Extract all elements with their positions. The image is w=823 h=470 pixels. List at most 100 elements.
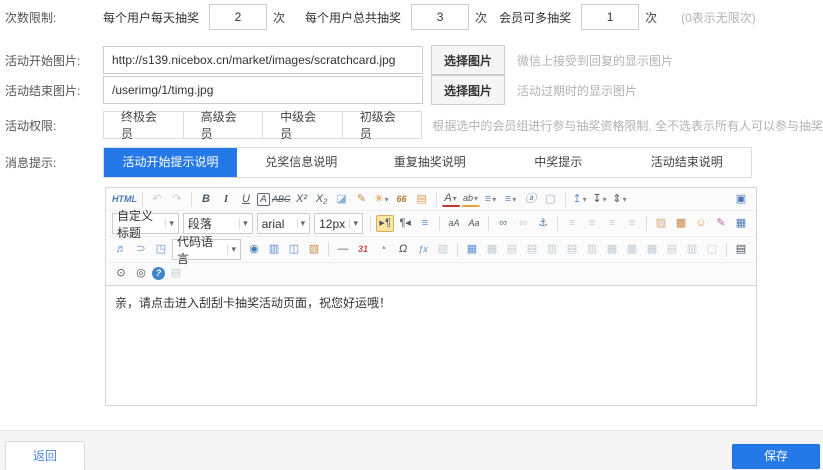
page-break-icon[interactable]: ▢	[703, 241, 721, 258]
delete-row-icon[interactable]: ▤	[563, 241, 581, 258]
choose-end-image-button[interactable]: 选择图片	[431, 75, 505, 105]
underline-icon[interactable]: U	[237, 191, 255, 208]
horizontal-rule-icon[interactable]: —	[334, 241, 352, 258]
start-image-note: 微信上接受到回复的显示图片	[517, 52, 673, 69]
blockquote-icon[interactable]: 66	[393, 191, 411, 208]
merge-down-icon[interactable]: ▦	[643, 241, 661, 258]
bold-icon[interactable]: B	[197, 191, 215, 208]
new-document-icon[interactable]: ▢	[542, 191, 560, 208]
tab-activity-start-note[interactable]: 活动开始提示说明	[104, 148, 237, 177]
end-image-url-input[interactable]	[103, 76, 423, 104]
delete-table-icon[interactable]: ▦	[483, 241, 501, 258]
tab-win-prompt[interactable]: 中奖提示	[494, 148, 623, 177]
member-extra-input[interactable]	[581, 4, 639, 30]
insert-table-icon[interactable]: ▦	[463, 241, 481, 258]
choose-start-image-button[interactable]: 选择图片	[431, 45, 505, 75]
anchor-link-icon[interactable]: ⓐ	[522, 191, 540, 208]
italic-icon[interactable]: I	[217, 191, 235, 208]
first-line-indent-icon[interactable]: ▸¶	[376, 215, 394, 232]
separator	[436, 192, 437, 207]
print-icon[interactable]: ▤	[732, 241, 750, 258]
editor-content[interactable]: 亲，请点击进入刮刮卡抽奖活动页面，祝您好运哦！	[106, 286, 756, 405]
merge-right-icon[interactable]: ▩	[623, 241, 641, 258]
fullscreen-icon[interactable]: ▣	[732, 191, 750, 208]
insert-date-icon[interactable]: 31	[354, 241, 372, 258]
unlink-icon[interactable]: ∞	[514, 215, 532, 232]
merge-cells-icon[interactable]: ▦	[603, 241, 621, 258]
paste-icon[interactable]: ▤	[167, 265, 185, 282]
ordered-list-icon[interactable]: ≡	[482, 191, 500, 208]
tab-repeat-draw-note[interactable]: 重复抽奖说明	[366, 148, 495, 177]
to-uppercase-icon[interactable]: aA	[445, 215, 463, 232]
search-icon[interactable]: ⊙	[112, 265, 130, 282]
font-family-select[interactable]: arial ▾	[257, 213, 310, 234]
custom-title-select[interactable]: 自定义标题 ▾	[112, 213, 179, 234]
insert-row-icon[interactable]: ▤	[523, 241, 541, 258]
scrawl-icon[interactable]: ✎	[712, 215, 730, 232]
superscript-icon[interactable]: X²	[293, 191, 311, 208]
font-color-icon[interactable]: A	[442, 193, 460, 207]
table-title-icon[interactable]: ▤	[503, 241, 521, 258]
snapscreen-icon[interactable]: ▥	[265, 241, 283, 258]
unordered-list-icon[interactable]: ≡	[502, 191, 520, 208]
total-input[interactable]	[411, 4, 469, 30]
map-icon[interactable]: ▨	[434, 241, 452, 258]
special-chars-icon[interactable]: Ω	[394, 241, 412, 258]
background-icon[interactable]: ▧	[305, 241, 323, 258]
redo-icon[interactable]: ↷	[168, 191, 186, 208]
insert-image-icon[interactable]: ▨	[652, 215, 670, 232]
member-level-middle-button[interactable]: 中级会员	[262, 111, 343, 139]
start-image-url-input[interactable]	[103, 46, 423, 74]
delete-col-icon[interactable]: ▥	[583, 241, 601, 258]
split-rows-icon[interactable]: ▤	[663, 241, 681, 258]
font-size-select[interactable]: 12px ▾	[314, 213, 363, 234]
member-level-junior-button[interactable]: 初级会员	[342, 111, 423, 139]
insert-col-icon[interactable]: ▥	[543, 241, 561, 258]
paragraph-spacing-bottom-icon[interactable]: ↧	[591, 191, 609, 208]
insert-time-icon[interactable]: ◔	[374, 241, 392, 258]
tab-redeem-info[interactable]: 兑奖信息说明	[237, 148, 366, 177]
tab-activity-end-note[interactable]: 活动结束说明	[623, 148, 752, 177]
link-icon[interactable]: ∞	[494, 215, 512, 232]
toolbar-row-2-icons: ▸¶¶◂≡aAAa∞∞⚓≡≡≡≡▨▩☺✎▦	[366, 215, 751, 232]
paragraph-layout-icon[interactable]: ≡	[416, 215, 434, 232]
attachment-icon[interactable]: ⊃	[132, 241, 150, 258]
back-button[interactable]: 返回	[5, 441, 85, 470]
undo-icon[interactable]: ↶	[148, 191, 166, 208]
align-center-icon[interactable]: ≡	[583, 215, 601, 232]
anchor-icon[interactable]: ⚓	[534, 215, 552, 232]
highlight-color-icon[interactable]: ab	[462, 193, 480, 207]
help-icon[interactable]: ?	[152, 267, 165, 280]
align-left-icon[interactable]: ≡	[563, 215, 581, 232]
to-lowercase-icon[interactable]: Aa	[465, 215, 483, 232]
format-painter-icon[interactable]: ✎	[353, 191, 371, 208]
insert-video-icon[interactable]: ▦	[732, 215, 750, 232]
emotion-icon[interactable]: ☺	[692, 215, 710, 232]
find-replace-icon[interactable]: ◎	[132, 265, 150, 282]
image-manager-icon[interactable]: ▩	[672, 215, 690, 232]
split-cols-icon[interactable]: ▥	[683, 241, 701, 258]
edit-formula-icon[interactable]: ƒx	[414, 241, 432, 258]
font-border-icon[interactable]: A	[257, 193, 270, 206]
member-level-senior-button[interactable]: 高级会员	[183, 111, 264, 139]
paragraph-select[interactable]: 段落 ▾	[183, 213, 253, 234]
paragraph-spacing-top-icon[interactable]: ↥	[571, 191, 589, 208]
per-day-input[interactable]	[209, 4, 267, 30]
insert-music-icon[interactable]: ♬	[112, 241, 130, 258]
save-button[interactable]: 保存	[732, 444, 820, 469]
align-right-icon[interactable]: ≡	[603, 215, 621, 232]
code-language-select[interactable]: 代码语言 ▾	[172, 239, 241, 260]
source-code-button[interactable]: HTML	[112, 191, 137, 208]
rtl-paragraph-icon[interactable]: ¶◂	[396, 215, 414, 232]
insert-iframe-icon[interactable]: ◫	[285, 241, 303, 258]
auto-typeset-icon[interactable]: ✳	[373, 191, 391, 208]
paste-filter-icon[interactable]: ▤	[413, 191, 431, 208]
insert-code-icon[interactable]: ◉	[245, 241, 263, 258]
subscript-icon[interactable]: X₂	[313, 191, 331, 208]
eraser-icon[interactable]: ◪	[333, 191, 351, 208]
member-level-ultimate-button[interactable]: 终极会员	[103, 111, 184, 139]
line-height-icon[interactable]: ⇕	[611, 191, 629, 208]
insert-document-icon[interactable]: ◳	[152, 241, 170, 258]
align-justify-icon[interactable]: ≡	[623, 215, 641, 232]
strikethrough-icon[interactable]: ABC	[272, 191, 291, 208]
